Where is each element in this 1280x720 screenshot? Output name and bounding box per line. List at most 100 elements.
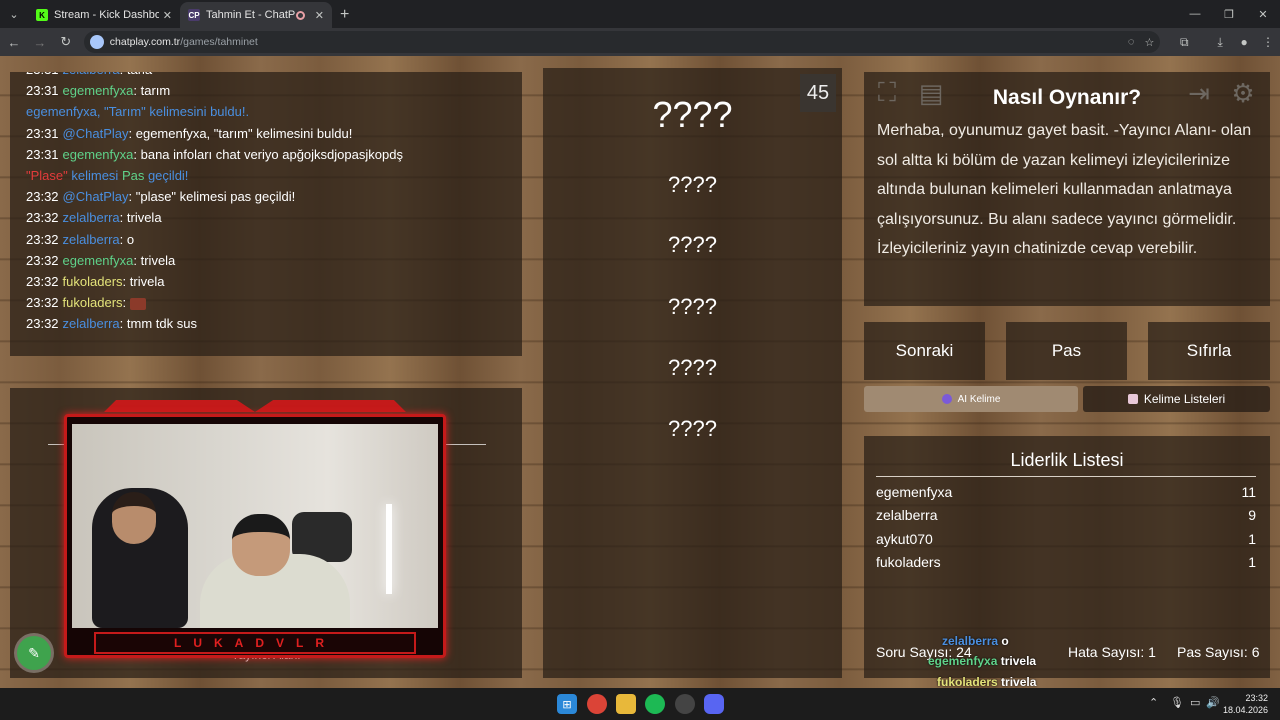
leaderboard-row: egemenfyxa 11 (876, 484, 1256, 500)
words-panel: ???? ???? ???? ???? ???? ???? (543, 68, 842, 678)
edit-fab-button[interactable]: ✎ (17, 636, 51, 670)
leaderboard-panel: Liderlik Listesi egemenfyxa 11 zelalberra… (864, 436, 1270, 678)
spotify-icon[interactable] (645, 694, 665, 714)
ai-word-button[interactable]: AI Kelime (864, 386, 1078, 412)
chat-message: 23:32 fukoladers: (26, 292, 506, 313)
window-controls: — ❐ ✕ (1178, 0, 1280, 28)
chat-username[interactable]: egemenfyxa (63, 83, 134, 98)
chat-username[interactable]: fukoladers (63, 295, 123, 310)
extensions-icon[interactable]: ⧉ (1172, 35, 1196, 50)
close-window-icon[interactable]: ✕ (1246, 0, 1280, 28)
tab-search-icon[interactable]: ⌄ (0, 0, 28, 28)
chat-message: egemenfyxa, "Tarım" kelimesini buldu!. (26, 104, 250, 120)
pass-button[interactable]: Pas (1006, 322, 1127, 380)
url-text: chatplay.com.tr/games/tahminet (109, 36, 258, 48)
close-tab-icon[interactable]: ✕ (163, 9, 172, 22)
chat-message: 23:32 zelalberra: o (26, 231, 135, 247)
webcam-video (72, 424, 438, 628)
chat-username[interactable]: @ChatPlay (63, 126, 129, 141)
reload-icon[interactable]: ↻ (54, 30, 78, 54)
chat-message: 23:32 egemenfyxa: trivela (26, 252, 176, 268)
back-icon[interactable]: ← (2, 30, 26, 54)
game-area: 23:31zelalberra: tarla 23:31egemenfyxa: t… (0, 56, 1280, 688)
tray-chevron-icon[interactable]: ⌃ (1149, 696, 1158, 709)
leaderboard-row: fukoladers 1 (876, 554, 1256, 570)
system-clock[interactable]: 23:32 18.04.2026 (1223, 692, 1268, 716)
chat-message: 23:32 zelalberra: tmm tdk sus (26, 316, 197, 332)
chrome-icon[interactable] (587, 694, 607, 714)
chat-username[interactable]: @ChatPlay (63, 189, 129, 204)
light-bar (386, 504, 392, 594)
person-head (232, 514, 290, 576)
webcam-overlay: LUKADVLR (64, 400, 446, 658)
volume-icon[interactable]: 🔊 (1206, 696, 1220, 709)
chat-username[interactable]: fukoladers (63, 274, 123, 289)
chat-message: 23:32 @ChatPlay: "plase" kelimesi pas geç… (26, 189, 296, 205)
close-tab-icon[interactable]: ✕ (315, 9, 324, 22)
download-icon[interactable]: ⤓ (1208, 35, 1232, 50)
start-icon[interactable]: ⊞ (557, 694, 577, 714)
kick-logo-icon: K (36, 9, 48, 21)
streamer-name: LUKADVLR (94, 632, 416, 654)
browser-tab-bar: ⌄ K Stream - Kick Dashboard ✕ CP Tahmin … (0, 0, 1280, 28)
leaderboard-row: zelalberra 9 (876, 507, 1256, 523)
hint-word: ???? (668, 416, 717, 441)
menu-kebab-icon[interactable]: ⋮ (1256, 35, 1280, 49)
word-lists-button[interactable]: Kelime Listeleri (1083, 386, 1270, 412)
recording-icon (295, 10, 305, 20)
new-tab-button[interactable]: + (332, 2, 357, 28)
chat-username[interactable]: egemenfyxa (63, 253, 134, 268)
chat-username[interactable]: egemenfyxa (63, 147, 134, 162)
file-explorer-icon[interactable] (616, 694, 636, 714)
countdown-timer: 45 (800, 74, 836, 112)
next-button[interactable]: Sonraki (864, 322, 985, 380)
chat-message: 23:31zelalberra: tarla (26, 72, 506, 80)
url-input[interactable]: chatplay.com.tr/games/tahminet ◌ ☆ (83, 31, 1161, 53)
restore-icon[interactable]: ❐ (1212, 0, 1246, 28)
list-icon (1127, 394, 1138, 404)
hint-word: ???? (668, 232, 717, 257)
leaderboard-title: Liderlik Listesi (1010, 450, 1124, 470)
eye-off-icon[interactable]: ◌ (1128, 36, 1135, 48)
current-word: ???? (652, 94, 733, 135)
ai-icon (941, 394, 952, 404)
mic-icon[interactable]: 🎙 (1170, 696, 1184, 709)
chat-message: 23:32 zelalberra: trivela (26, 210, 162, 226)
chat-username[interactable]: zelalberra (63, 232, 120, 247)
minimize-icon[interactable]: — (1178, 0, 1212, 28)
address-bar-row: ← → ↻ chatplay.com.tr/games/tahminet ◌ ☆… (0, 28, 1280, 56)
overlay-chat-message: zelalberra o (942, 634, 1009, 648)
chat-message: 23:31 @ChatPlay: egemenfyxa, "tarım" keli… (26, 125, 353, 141)
obs-icon[interactable] (675, 694, 695, 714)
chat-username[interactable]: zelalberra (63, 316, 120, 331)
pass-count: Pas Sayısı: 6 (1177, 644, 1260, 660)
network-icon[interactable]: ▭ (1190, 696, 1200, 709)
chat-message: 23:31 egemenfyxa: bana infoları chat veri… (26, 146, 403, 162)
how-to-play-panel: ⛶ ▤ Nasıl Oynanır? ⇥ ⚙ Merhaba, oyunumuz… (864, 72, 1270, 306)
chat-message: 23:32 fukoladers: trivela (26, 273, 165, 289)
person-head (112, 492, 156, 544)
hint-word: ???? (668, 355, 717, 380)
exit-icon[interactable]: ⇥ (1182, 76, 1216, 110)
chat-username[interactable]: zelalberra (63, 72, 120, 77)
emote-icon (129, 297, 146, 310)
chat-username[interactable]: zelalberra (63, 210, 120, 225)
profile-avatar-icon[interactable]: ● (1232, 35, 1256, 49)
forward-icon[interactable]: → (28, 30, 52, 54)
leaderboard-row: aykut070 1 (876, 531, 1256, 547)
discord-icon[interactable] (704, 694, 724, 714)
chat-message: "Plase" kelimesi Pas geçildi! (26, 167, 189, 183)
settings-gear-icon[interactable]: ⚙ (1226, 76, 1260, 110)
reset-button[interactable]: Sıfırla (1148, 322, 1270, 380)
bookmark-star-icon[interactable]: ☆ (1144, 36, 1154, 49)
chat-message: 23:31 egemenfyxa: tarım (26, 83, 171, 99)
tab-chatplay[interactable]: CP Tahmin Et - ChatPlay ✕ (180, 2, 332, 28)
hint-word: ???? (668, 294, 717, 319)
overlay-chat-message: egemenfyxa trivela (928, 654, 1037, 668)
divider (876, 476, 1256, 477)
chatplay-logo-icon: CP (188, 9, 200, 21)
overlay-chat-message: fukoladers trivela (937, 675, 1037, 688)
site-info-icon[interactable] (89, 35, 104, 49)
error-count: Hata Sayısı: 1 (1068, 644, 1156, 660)
tab-kick-dashboard[interactable]: K Stream - Kick Dashboard ✕ (28, 2, 180, 28)
